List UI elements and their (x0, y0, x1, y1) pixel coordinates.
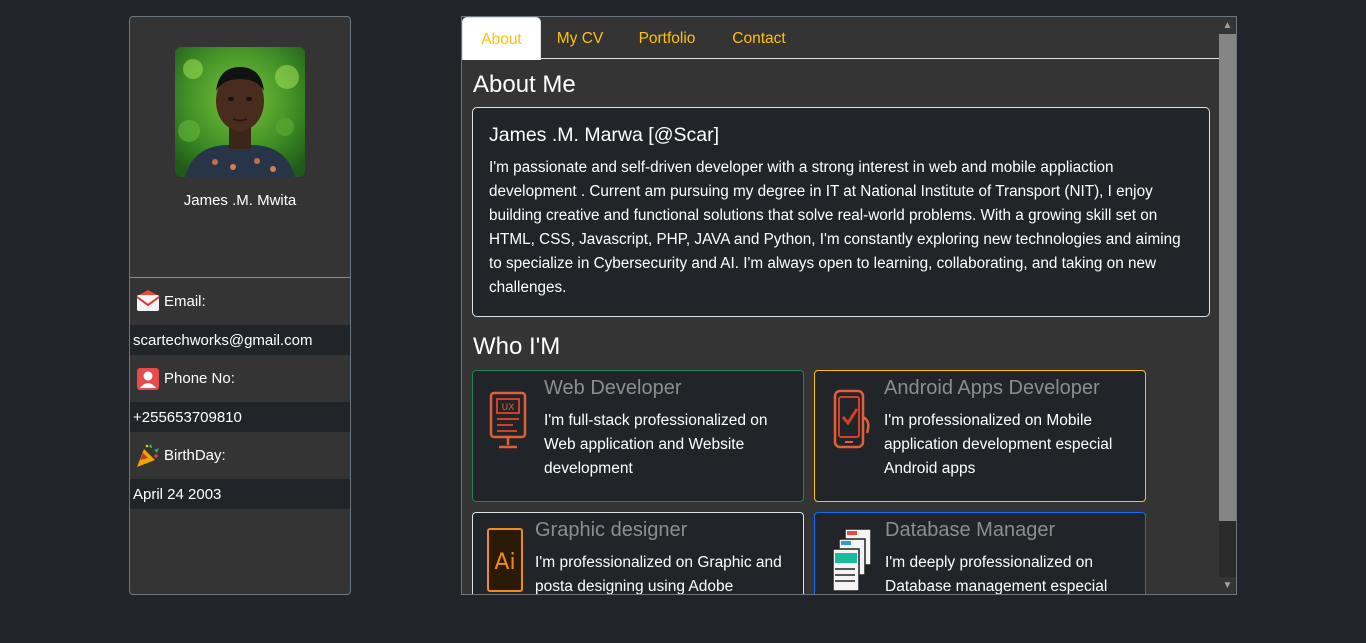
contact-icon (135, 366, 161, 392)
birthday-value: April 24 2003 (130, 479, 350, 509)
birthday-label: BirthDay: (164, 447, 226, 464)
email-label: Email: (164, 293, 206, 310)
about-card-text: I'm passionate and self-driven developer… (489, 159, 1181, 296)
about-section-title: About Me (473, 71, 576, 98)
who-section-title: Who I'M (473, 333, 561, 360)
about-card-title: James .M. Marwa [@Scar] (489, 124, 720, 146)
birthday-label-row: BirthDay: (130, 432, 350, 479)
skill-title: Graphic designer (535, 519, 688, 541)
skill-text: I'm full-stack professionalized on Web a… (544, 412, 768, 477)
phone-label: Phone No: (164, 370, 235, 387)
skill-card-database-manager: Database Manager I'm deeply professional… (814, 512, 1146, 595)
scroll-up-arrow-icon[interactable]: ▲ (1219, 17, 1236, 34)
avatar (175, 47, 305, 177)
database-stack-icon (831, 527, 877, 593)
skill-card-graphic-designer: Ai Graphic designer I'm professionalized… (472, 512, 804, 595)
adobe-illustrator-icon: Ai (486, 527, 532, 593)
profile-card: James .M. Mwita Email: scartechworks@gma… (129, 16, 351, 595)
tab-my-cv[interactable]: My CV (544, 17, 616, 59)
main-panel: About My CV Portfolio Contact About Me J… (461, 16, 1237, 595)
envelope-icon (135, 289, 161, 315)
skill-title: Android Apps Developer (884, 377, 1100, 399)
tab-about[interactable]: About (462, 17, 541, 60)
skill-title: Web Developer (544, 377, 682, 399)
skill-card-web-developer: UX Web Developer I'm full-stack professi… (472, 370, 804, 502)
nav-tabs: About My CV Portfolio Contact (462, 17, 1219, 60)
email-label-row: Email: (130, 278, 350, 325)
profile-name: James .M. Mwita (183, 192, 297, 209)
phone-label-row: Phone No: (130, 355, 350, 402)
svg-text:UX: UX (502, 403, 515, 413)
skill-title: Database Manager (885, 519, 1056, 541)
about-card: James .M. Marwa [@Scar] I'm passionate a… (472, 107, 1210, 317)
party-popper-icon (135, 443, 161, 469)
phone-value: +255653709810 (130, 402, 350, 432)
ux-monitor-icon: UX (487, 387, 533, 453)
smartphone-check-icon (829, 387, 875, 453)
profile-header: James .M. Mwita (130, 47, 350, 278)
skill-text: I'm professionalized on Graphic and post… (535, 554, 782, 595)
scroll-down-arrow-icon[interactable]: ▼ (1219, 577, 1236, 594)
scrollbar-thumb[interactable] (1219, 34, 1236, 521)
svg-text:Ai: Ai (494, 550, 515, 575)
skill-text: I'm professionalized on Mobile applicati… (884, 412, 1113, 477)
skill-card-android-developer: Android Apps Developer I'm professionali… (814, 370, 1146, 502)
email-value: scartechworks@gmail.com (130, 325, 350, 355)
tab-portfolio[interactable]: Portfolio (627, 17, 707, 59)
skill-text: I'm deeply professionalized on Database … (885, 554, 1108, 595)
tab-contact[interactable]: Contact (720, 17, 798, 59)
